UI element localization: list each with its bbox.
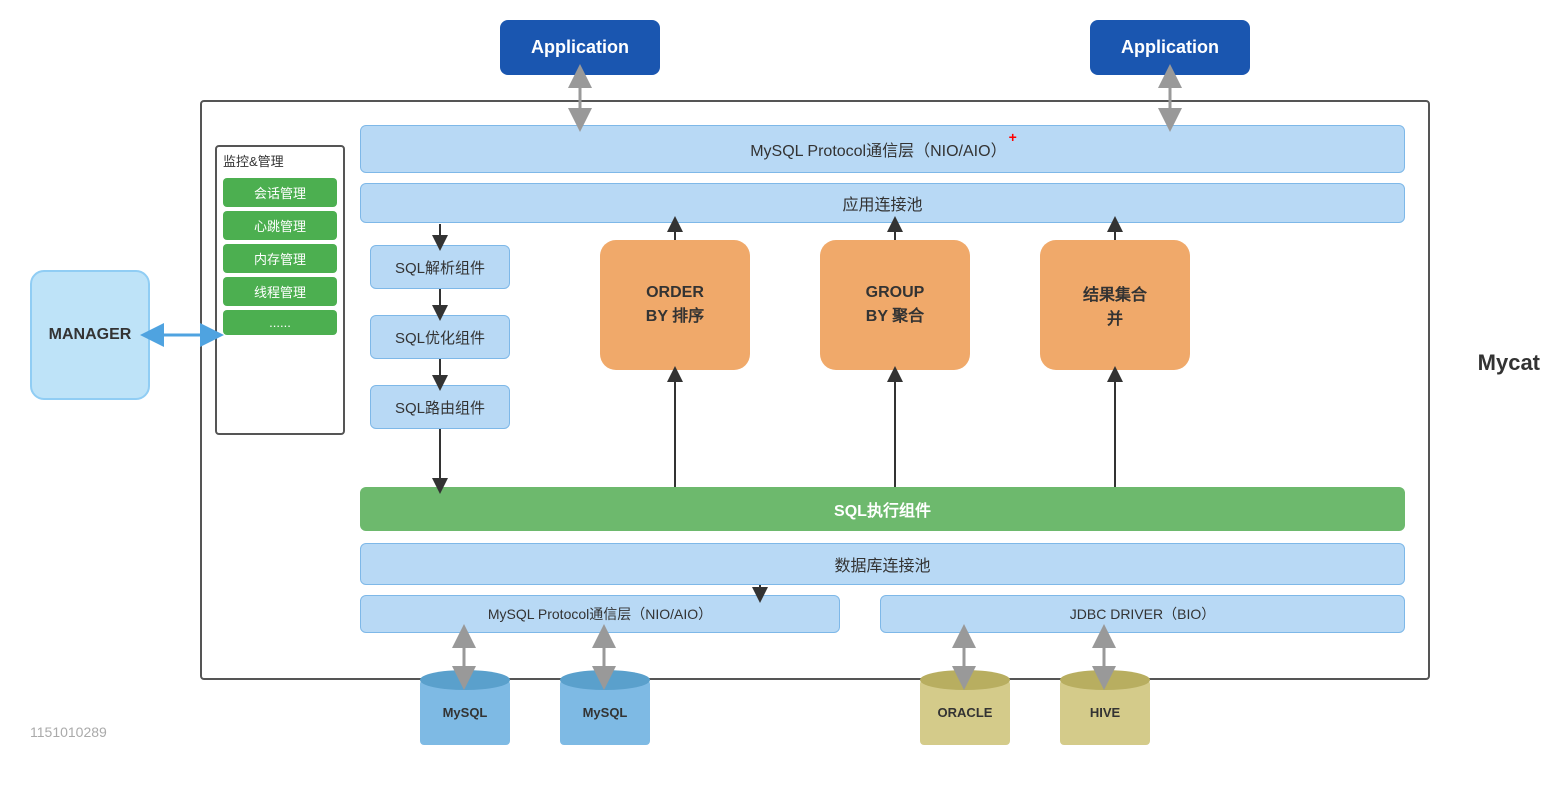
sql-parse: SQL解析组件 <box>370 245 510 289</box>
watermark: 1151010289 <box>30 724 107 740</box>
monitor-item-0: 会话管理 <box>223 178 337 207</box>
monitor-title: 监控&管理 <box>217 147 343 174</box>
monitor-box: 监控&管理 会话管理 心跳管理 内存管理 线程管理 ...... <box>215 145 345 435</box>
red-plus: + <box>1009 129 1017 145</box>
protocol-bottom-mysql: MySQL Protocol通信层（NIO/AIO） <box>360 595 840 633</box>
sql-exec: SQL执行组件 <box>360 487 1405 531</box>
monitor-item-2: 内存管理 <box>223 244 337 273</box>
sql-route: SQL路由组件 <box>370 385 510 429</box>
mycat-label: Mycat <box>1478 350 1540 376</box>
db-pool: 数据库连接池 <box>360 543 1405 585</box>
order-by-box: ORDER BY 排序 <box>600 240 750 370</box>
protocol-top: MySQL Protocol通信层（NIO/AIO） + <box>360 125 1405 173</box>
monitor-item-1: 心跳管理 <box>223 211 337 240</box>
manager-box: MANAGER <box>30 270 150 400</box>
app-box-2: Application <box>1090 20 1250 75</box>
result-merge-box: 结果集合 并 <box>1040 240 1190 370</box>
monitor-item-4: ...... <box>223 310 337 335</box>
diagram-container: Application Application Mycat MANAGER 监控… <box>0 0 1565 800</box>
db-hive: HIVE <box>1060 680 1150 745</box>
db-oracle: ORACLE <box>920 680 1010 745</box>
app-pool: 应用连接池 <box>360 183 1405 223</box>
protocol-bottom-jdbc: JDBC DRIVER（BIO） <box>880 595 1405 633</box>
monitor-item-3: 线程管理 <box>223 277 337 306</box>
db-mysql-1: MySQL <box>420 680 510 745</box>
group-by-box: GROUP BY 聚合 <box>820 240 970 370</box>
db-mysql-2: MySQL <box>560 680 650 745</box>
app-box-1: Application <box>500 20 660 75</box>
sql-optimize: SQL优化组件 <box>370 315 510 359</box>
